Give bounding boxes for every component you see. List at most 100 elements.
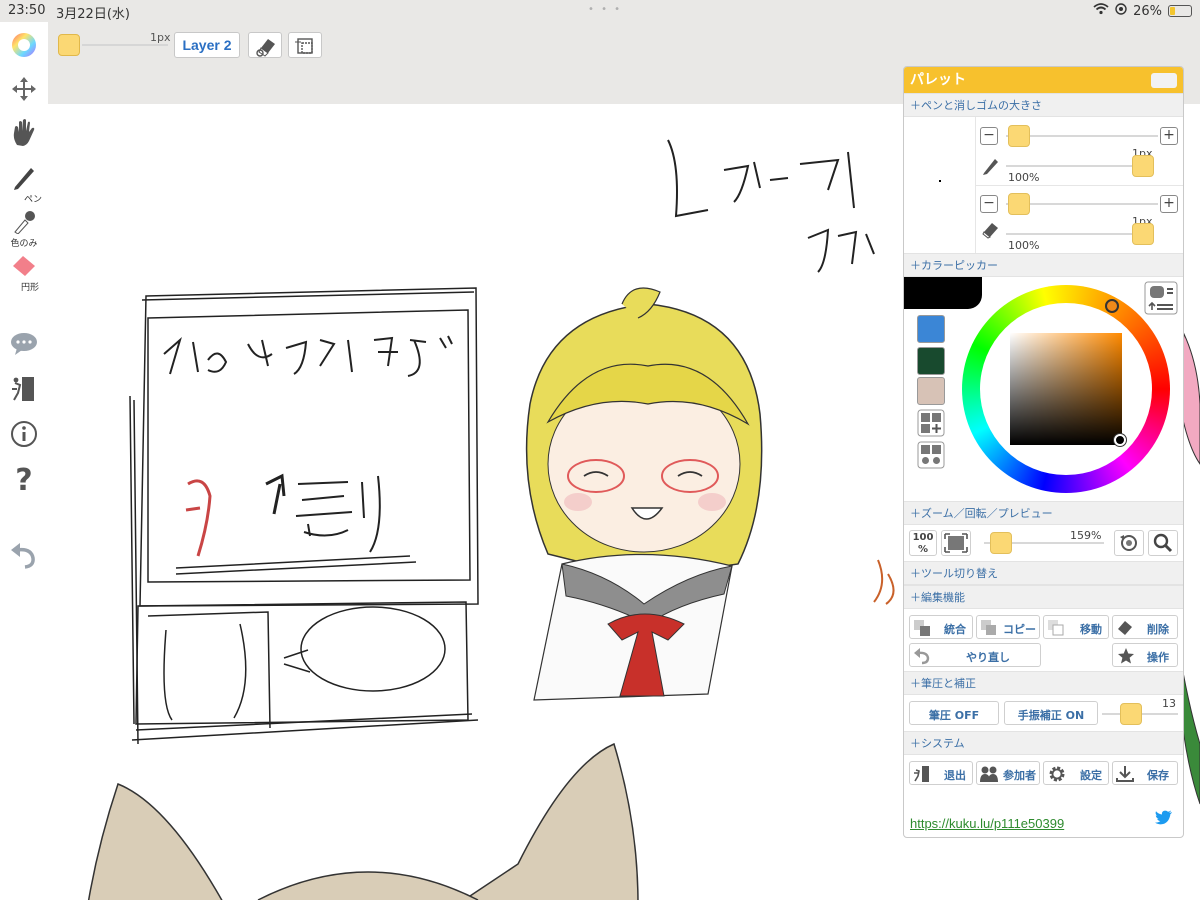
eraser-opacity-slider[interactable] [1006,233,1146,235]
palette-title: パレット [910,72,966,88]
redo-button[interactable]: やり直し [909,643,1041,667]
merge-button[interactable]: 統合 [909,615,973,639]
shape-tool-label: 円形 [20,283,39,293]
stabilizer-toggle-button[interactable]: 手振補正 ON [1004,701,1098,725]
operation-label: 操作 [1147,651,1169,664]
color-history-swatch[interactable] [917,377,945,405]
settings-button[interactable]: 設定 [1043,761,1109,785]
info-button[interactable] [4,420,44,452]
eyedropper-icon [14,211,35,235]
zoom-reset-button[interactable]: 100 % [909,530,937,556]
hue-handle[interactable] [1105,299,1119,313]
rotate-icon [1120,535,1137,551]
star-icon [1118,648,1134,664]
eraser-shape-icon [13,256,35,276]
zoom-value: 159% [1070,529,1102,542]
zoom-knob[interactable] [990,532,1012,554]
wifi-icon [1093,3,1109,19]
pressure-toggle-button[interactable]: 筆圧 OFF [909,701,999,725]
section-pen-eraser[interactable]: ＋ペンと消しゴムの大きさ [904,93,1183,117]
swap-swatch-button[interactable] [917,441,945,473]
status-bar: 23:50 3月22日(水) • • • 26% [0,0,1200,22]
transform-button[interactable] [288,32,322,58]
eraser-size-decrease-button[interactable]: − [980,195,998,213]
add-swatch-button[interactable] [917,409,945,441]
saturation-value-square[interactable] [1010,333,1122,445]
exit-button[interactable]: 退出 [909,761,973,785]
move-tool[interactable] [4,74,44,108]
move-arrows-icon [12,77,36,101]
section-zoom[interactable]: ＋ズーム／回転／プレビュー [904,501,1183,525]
undo-button[interactable] [4,540,44,574]
brush-size-label: 1px [150,31,171,44]
section-system[interactable]: ＋システム [904,731,1183,755]
save-button[interactable]: 保存 [1112,761,1178,785]
color-wheel-button[interactable] [4,30,44,64]
eraser-settings-button[interactable] [248,32,282,58]
exit-room-button[interactable] [4,375,44,407]
pen-opacity-value: 100% [1008,171,1040,184]
eraser-opacity-value: 100% [1008,239,1040,252]
fit-screen-button[interactable] [941,530,971,556]
zoom-reset-unit: % [917,544,929,555]
exit-door-icon [914,766,929,782]
multitask-dots[interactable]: • • • [588,4,622,15]
layer-button[interactable]: Layer 2 [174,32,240,58]
color-handle[interactable] [1114,434,1126,446]
pen-opacity-knob[interactable] [1132,155,1154,177]
delete-eraser-icon [1118,621,1132,635]
move-button[interactable]: 移動 [1043,615,1109,639]
eraser-size-increase-button[interactable]: + [1160,195,1178,213]
color-picker-tool[interactable]: 色のみ [4,208,44,249]
section-tool-switch[interactable]: ＋ツール切り替え [904,561,1183,585]
chat-button[interactable] [4,330,44,360]
participants-label: 参加者 [1003,769,1036,782]
pen-tool-label: ペン [23,195,42,205]
hand-icon [13,119,35,146]
palette-panel: パレット ＋ペンと消しゴムの大きさ − + 1px 100% − + 1px 1… [903,66,1184,838]
pen-tool[interactable]: ペン [4,164,44,205]
twitter-icon[interactable] [1155,810,1173,829]
participants-button[interactable]: 参加者 [976,761,1040,785]
brush-preview-dot [939,180,941,182]
brush-size-slider[interactable] [82,44,168,46]
preview-button[interactable] [1148,530,1178,556]
help-button[interactable]: ? [4,462,44,498]
pen-size-decrease-button[interactable]: − [980,127,998,145]
section-pressure[interactable]: ＋筆圧と補正 [904,671,1183,695]
current-color-swatch[interactable] [58,34,80,56]
delete-button[interactable]: 削除 [1112,615,1178,639]
palette-header[interactable]: パレット [904,67,1183,93]
undo-icon [11,543,35,569]
download-icon [1116,766,1134,782]
pen-size-increase-button[interactable]: + [1160,127,1178,145]
section-color-picker[interactable]: ＋カラーピッカー [904,253,1183,277]
left-toolbar [0,22,48,900]
stabilizer-knob[interactable] [1120,703,1142,725]
pressure-controls: 筆圧 OFF 手振補正 ON 13 [904,695,1183,731]
rotate-reset-button[interactable] [1114,530,1144,556]
eraser-opacity-knob[interactable] [1132,223,1154,245]
redo-arrow-icon [914,648,930,665]
hand-tool[interactable] [4,117,44,153]
move-label: 移動 [1080,623,1102,636]
color-mode-button[interactable] [1144,281,1178,319]
section-edit[interactable]: ＋編集機能 [904,585,1183,609]
color-history-swatch[interactable] [917,315,945,343]
shape-tool[interactable]: 円形 [4,252,44,293]
room-url-link[interactable]: https://kuku.lu/p111e50399 [910,816,1064,831]
pen-size-knob[interactable] [1008,125,1030,147]
operation-button[interactable]: 操作 [1112,643,1178,667]
status-date: 3月22日(水) [56,7,130,22]
copy-button[interactable]: コピー [976,615,1040,639]
location-icon [1115,3,1127,19]
palette-collapse-toggle[interactable] [1151,73,1177,88]
delete-label: 削除 [1147,623,1169,636]
pen-opacity-slider[interactable] [1006,165,1146,167]
eraser-size-knob[interactable] [1008,193,1030,215]
battery-icon [1168,5,1192,17]
move-layer-icon [1048,620,1064,636]
color-history-swatch[interactable] [917,347,945,375]
status-time: 23:50 [8,3,46,18]
magnifier-icon [1153,533,1173,553]
